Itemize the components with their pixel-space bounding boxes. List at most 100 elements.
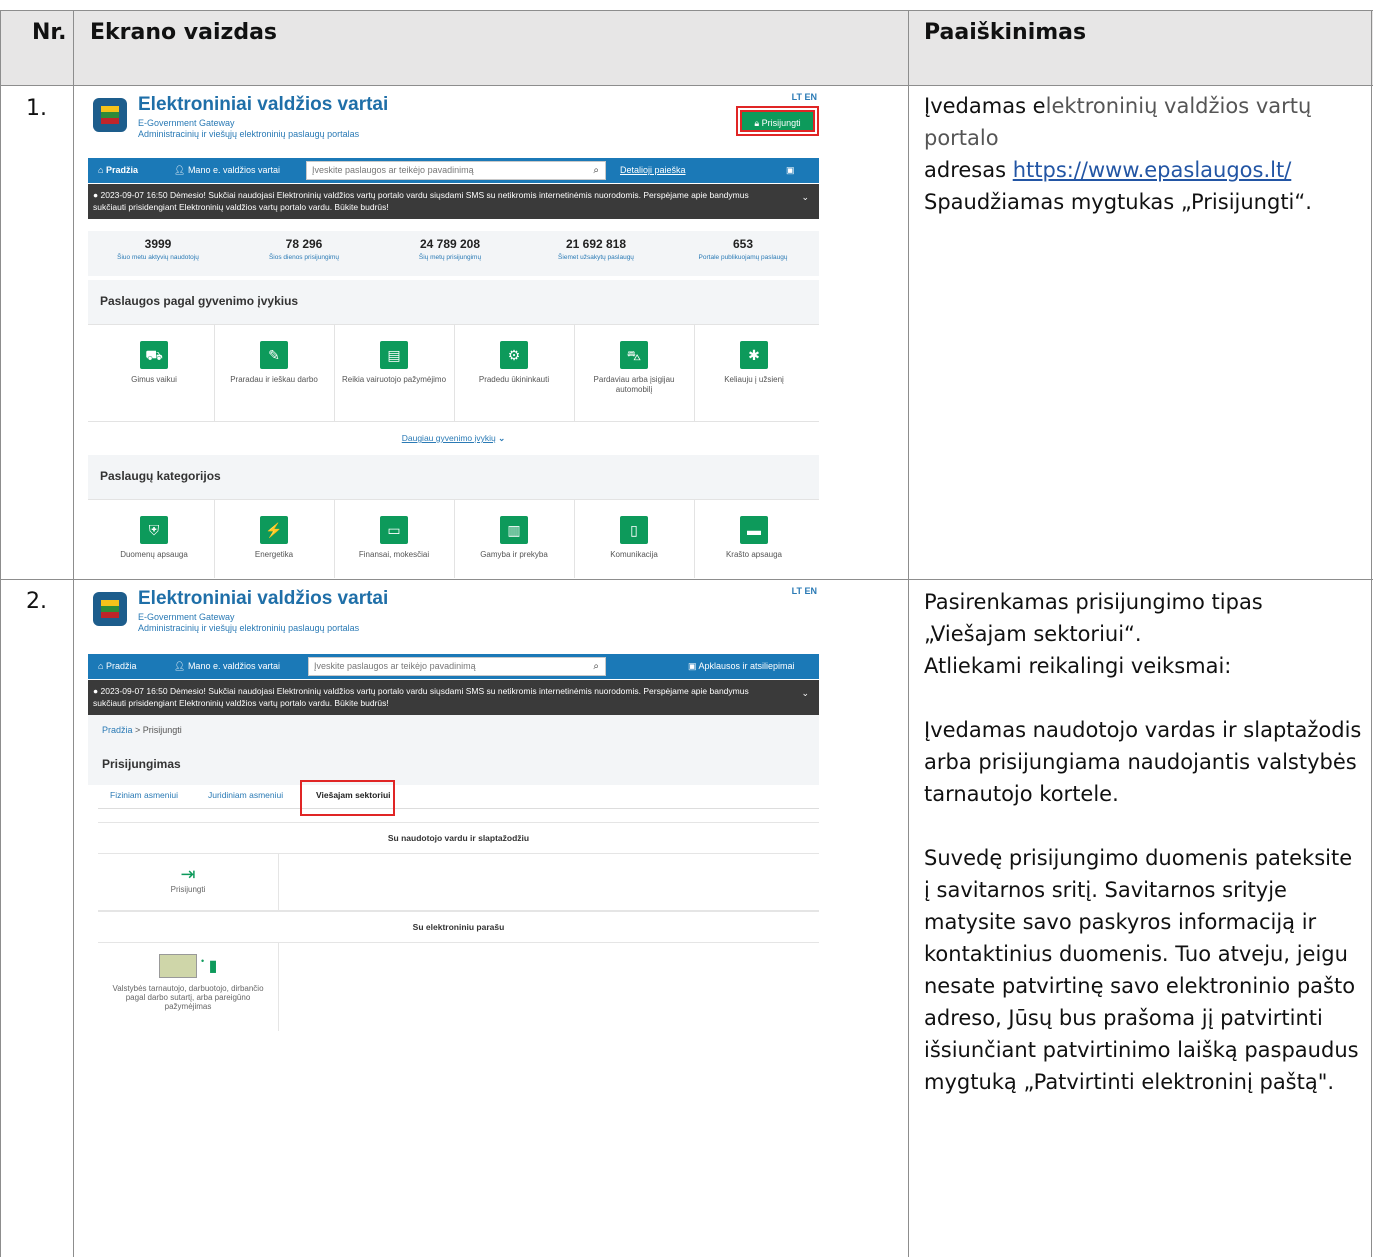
tab-public-sector[interactable]: Viešajam sektoriui xyxy=(316,790,391,800)
header-explanation: Paaiškinimas xyxy=(924,20,1087,45)
rule-top xyxy=(0,10,1373,11)
search-icon: ⌕ xyxy=(593,165,599,176)
row1-explanation: Įvedamas elektroninių valdžios vartų por… xyxy=(924,94,1312,214)
search-input[interactable]: Įveskite paslaugos ar teikėjo pavadinimą… xyxy=(306,161,606,180)
main-nav: ⌂ Pradžia 👤︎ Mano e. valdžios vartai Įve… xyxy=(88,158,819,183)
portal-logo xyxy=(93,98,127,132)
language-switch[interactable]: LT EN xyxy=(792,586,817,596)
nav-surveys[interactable]: ▣ Apklausos ir atsiliepimai xyxy=(688,654,795,679)
id-card-icon xyxy=(158,954,197,978)
section-e-signature: Su elektroniniu parašu xyxy=(98,911,819,943)
search-icon: ⌕ xyxy=(593,661,599,672)
categories-grid: ⛨ Duomenų apsauga ⚡ Energetika ▭ Finansai, … xyxy=(88,499,819,578)
screenshot-portal-home: Elektroniniai valdžios vartai E-Governme… xyxy=(88,92,819,578)
tile-energy[interactable]: ⚡ Energetika xyxy=(214,500,335,578)
more-life-events-link[interactable]: Daugiau gyvenimo įvykių ⌄ xyxy=(88,421,819,455)
banknote-icon: ▭ xyxy=(380,516,408,544)
lock-icon: 🔒︎ xyxy=(754,118,762,128)
stat-item: 3999 Šiuo metu aktyvių naudotojų xyxy=(117,237,199,261)
tile-travel[interactable]: ✱ Keliauju į užsienį xyxy=(694,325,814,421)
nav-home[interactable]: ⌂ Pradžia xyxy=(98,654,136,679)
nav-home[interactable]: ⌂ Pradžia xyxy=(98,158,138,183)
password-login-area: ⇥ Prisijungti xyxy=(98,853,819,911)
chevron-down-icon: ⌄ xyxy=(498,433,506,443)
tile-defence[interactable]: ▬ Krašto apsauga xyxy=(694,500,814,578)
rule-header xyxy=(0,85,1373,86)
alert-text: ● 2023-09-07 16:50 Dėmesio! Sukčiai naud… xyxy=(93,686,749,708)
nav-detailed-search[interactable]: Detalioji paieška xyxy=(620,158,686,183)
alert-text: ● 2023-09-07 16:50 Dėmesio! Sukčiai naud… xyxy=(93,190,749,212)
screenshot-login-page: Elektroniniai valdžios vartai E-Governme… xyxy=(88,586,819,1031)
cv-icon: ✎ xyxy=(260,341,288,369)
tile-car[interactable]: ⛍ Pardaviau arba įsigijau automobilį xyxy=(574,325,695,421)
battery-icon: ⚡ xyxy=(260,516,288,544)
rule-col1 xyxy=(73,10,74,1257)
id-card-icon: ▤ xyxy=(380,341,408,369)
rule-left xyxy=(0,10,1,1257)
header-num: Nr. xyxy=(32,20,67,45)
login-button[interactable]: 🔒︎ Prisijungti xyxy=(736,106,819,136)
page-title: Prisijungimas xyxy=(102,757,181,771)
stat-item: 21 692 818 Šiemet užsakytų paslaugų xyxy=(558,237,634,261)
tab-legal-person[interactable]: Juridiniam asmeniui xyxy=(208,790,283,800)
stat-item: 653 Portale publikuojamų paslaugų xyxy=(698,237,788,261)
stat-item: 24 789 208 Šių metų prisijungimų xyxy=(418,237,482,261)
nav-my-portal[interactable]: 👤︎ Mano e. valdžios vartai xyxy=(174,654,280,679)
section-username-password: Su naudotojo vardu ir slaptažodžiu xyxy=(98,822,819,854)
fraud-alert: ● 2023-09-07 16:50 Dėmesio! Sukčiai naud… xyxy=(88,184,819,219)
portal-subtitle: E-Government Gateway xyxy=(138,612,235,622)
tile-farming[interactable]: ⚙ Pradedu ūkininkauti xyxy=(454,325,575,421)
page-header-area xyxy=(88,715,819,785)
instruction-table: Nr. Ekrano vaizdas Paaiškinimas 1. Elekt… xyxy=(0,0,1373,1257)
tile-license[interactable]: ▤ Reikia vairuotojo pažymėjimo xyxy=(334,325,455,421)
row-number: 1. xyxy=(26,96,47,121)
menu-icon[interactable]: ▣ xyxy=(786,158,795,183)
officer-card-option[interactable]: • ▮ Valstybės tarnautojo, darbuotojo, di… xyxy=(98,942,279,1031)
stat-item: 78 296 Šios dienos prisijungimų xyxy=(268,237,340,261)
password-login-option[interactable]: ⇥ Prisijungti xyxy=(98,853,279,910)
nav-my-portal[interactable]: 👤︎ Mano e. valdžios vartai xyxy=(174,158,280,183)
tile-industry[interactable]: ▥ Gamyba ir prekyba xyxy=(454,500,575,578)
section-categories: Paslaugų kategorijos xyxy=(88,455,819,500)
breadcrumb-home[interactable]: Pradžia xyxy=(102,725,133,735)
rule-col2 xyxy=(908,10,909,1257)
tank-icon: ▬ xyxy=(740,516,768,544)
section-life-events: Paslaugos pagal gyvenimo įvykius xyxy=(88,280,819,325)
tile-job[interactable]: ✎ Praradau ir ieškau darbo xyxy=(214,325,335,421)
portal-title: Elektroniniai valdžios vartai xyxy=(138,588,389,609)
portal-subtitle: E-Government Gateway xyxy=(138,118,235,128)
shield-icon: ⛨ xyxy=(140,516,168,544)
life-events-grid: ⛟ Gimus vaikui ✎ Praradau ir ieškau darbo … xyxy=(88,324,819,421)
portal-logo xyxy=(93,592,127,626)
tile-communication[interactable]: ▯ Komunikacija xyxy=(574,500,695,578)
breadcrumb: Pradžia > Prisijungti xyxy=(102,725,182,735)
stats-bar: 3999 Šiuo metu aktyvių naudotojų 78 296 Ši… xyxy=(88,231,819,276)
tile-finance[interactable]: ▭ Finansai, mokesčiai xyxy=(334,500,455,578)
car-icon: ⛍ xyxy=(620,341,648,369)
portal-tagline: Administracinių ir viešųjų elektroninių … xyxy=(138,129,360,139)
row-number: 2. xyxy=(26,589,47,614)
tile-data-protection[interactable]: ⛨ Duomenų apsauga xyxy=(94,500,215,578)
header-screen: Ekrano vaizdas xyxy=(90,20,278,45)
row2-explanation: Pasirenkamas prisijungimo tipas „Viešaja… xyxy=(924,590,1362,1094)
login-type-tabs: Fiziniam asmeniui Juridiniam asmeniui Vi… xyxy=(98,780,819,816)
language-switch[interactable]: LT EN xyxy=(792,92,817,102)
rule-right xyxy=(1371,10,1372,1257)
phone-icon: ▯ xyxy=(620,516,648,544)
chevron-down-icon[interactable]: ⌄ xyxy=(801,687,809,699)
fraud-alert: ● 2023-09-07 16:50 Dėmesio! Sukčiai naud… xyxy=(88,680,819,715)
chevron-down-icon[interactable]: ⌄ xyxy=(801,191,809,203)
tractor-icon: ⚙ xyxy=(500,341,528,369)
tile-birth[interactable]: ⛟ Gimus vaikui xyxy=(94,325,215,421)
factory-icon: ▥ xyxy=(500,516,528,544)
portal-tagline: Administracinių ir viešųjų elektroninių … xyxy=(138,623,360,633)
portal-url-link[interactable]: https://www.epaslaugos.lt/ xyxy=(1013,158,1292,182)
portal-title: Elektroniniai valdžios vartai xyxy=(138,94,389,115)
tab-natural-person[interactable]: Fiziniam asmeniui xyxy=(110,790,178,800)
card-login-area: • ▮ Valstybės tarnautojo, darbuotojo, di… xyxy=(98,942,819,1031)
main-nav: ⌂ Pradžia 👤︎ Mano e. valdžios vartai Įve… xyxy=(88,654,819,679)
card-reader-icon: ▮ xyxy=(208,958,218,975)
stroller-icon: ⛟ xyxy=(140,341,168,369)
palm-icon: ✱ xyxy=(740,341,768,369)
search-input[interactable]: Įveskite paslaugos ar teikėjo pavadinimą… xyxy=(308,657,606,676)
